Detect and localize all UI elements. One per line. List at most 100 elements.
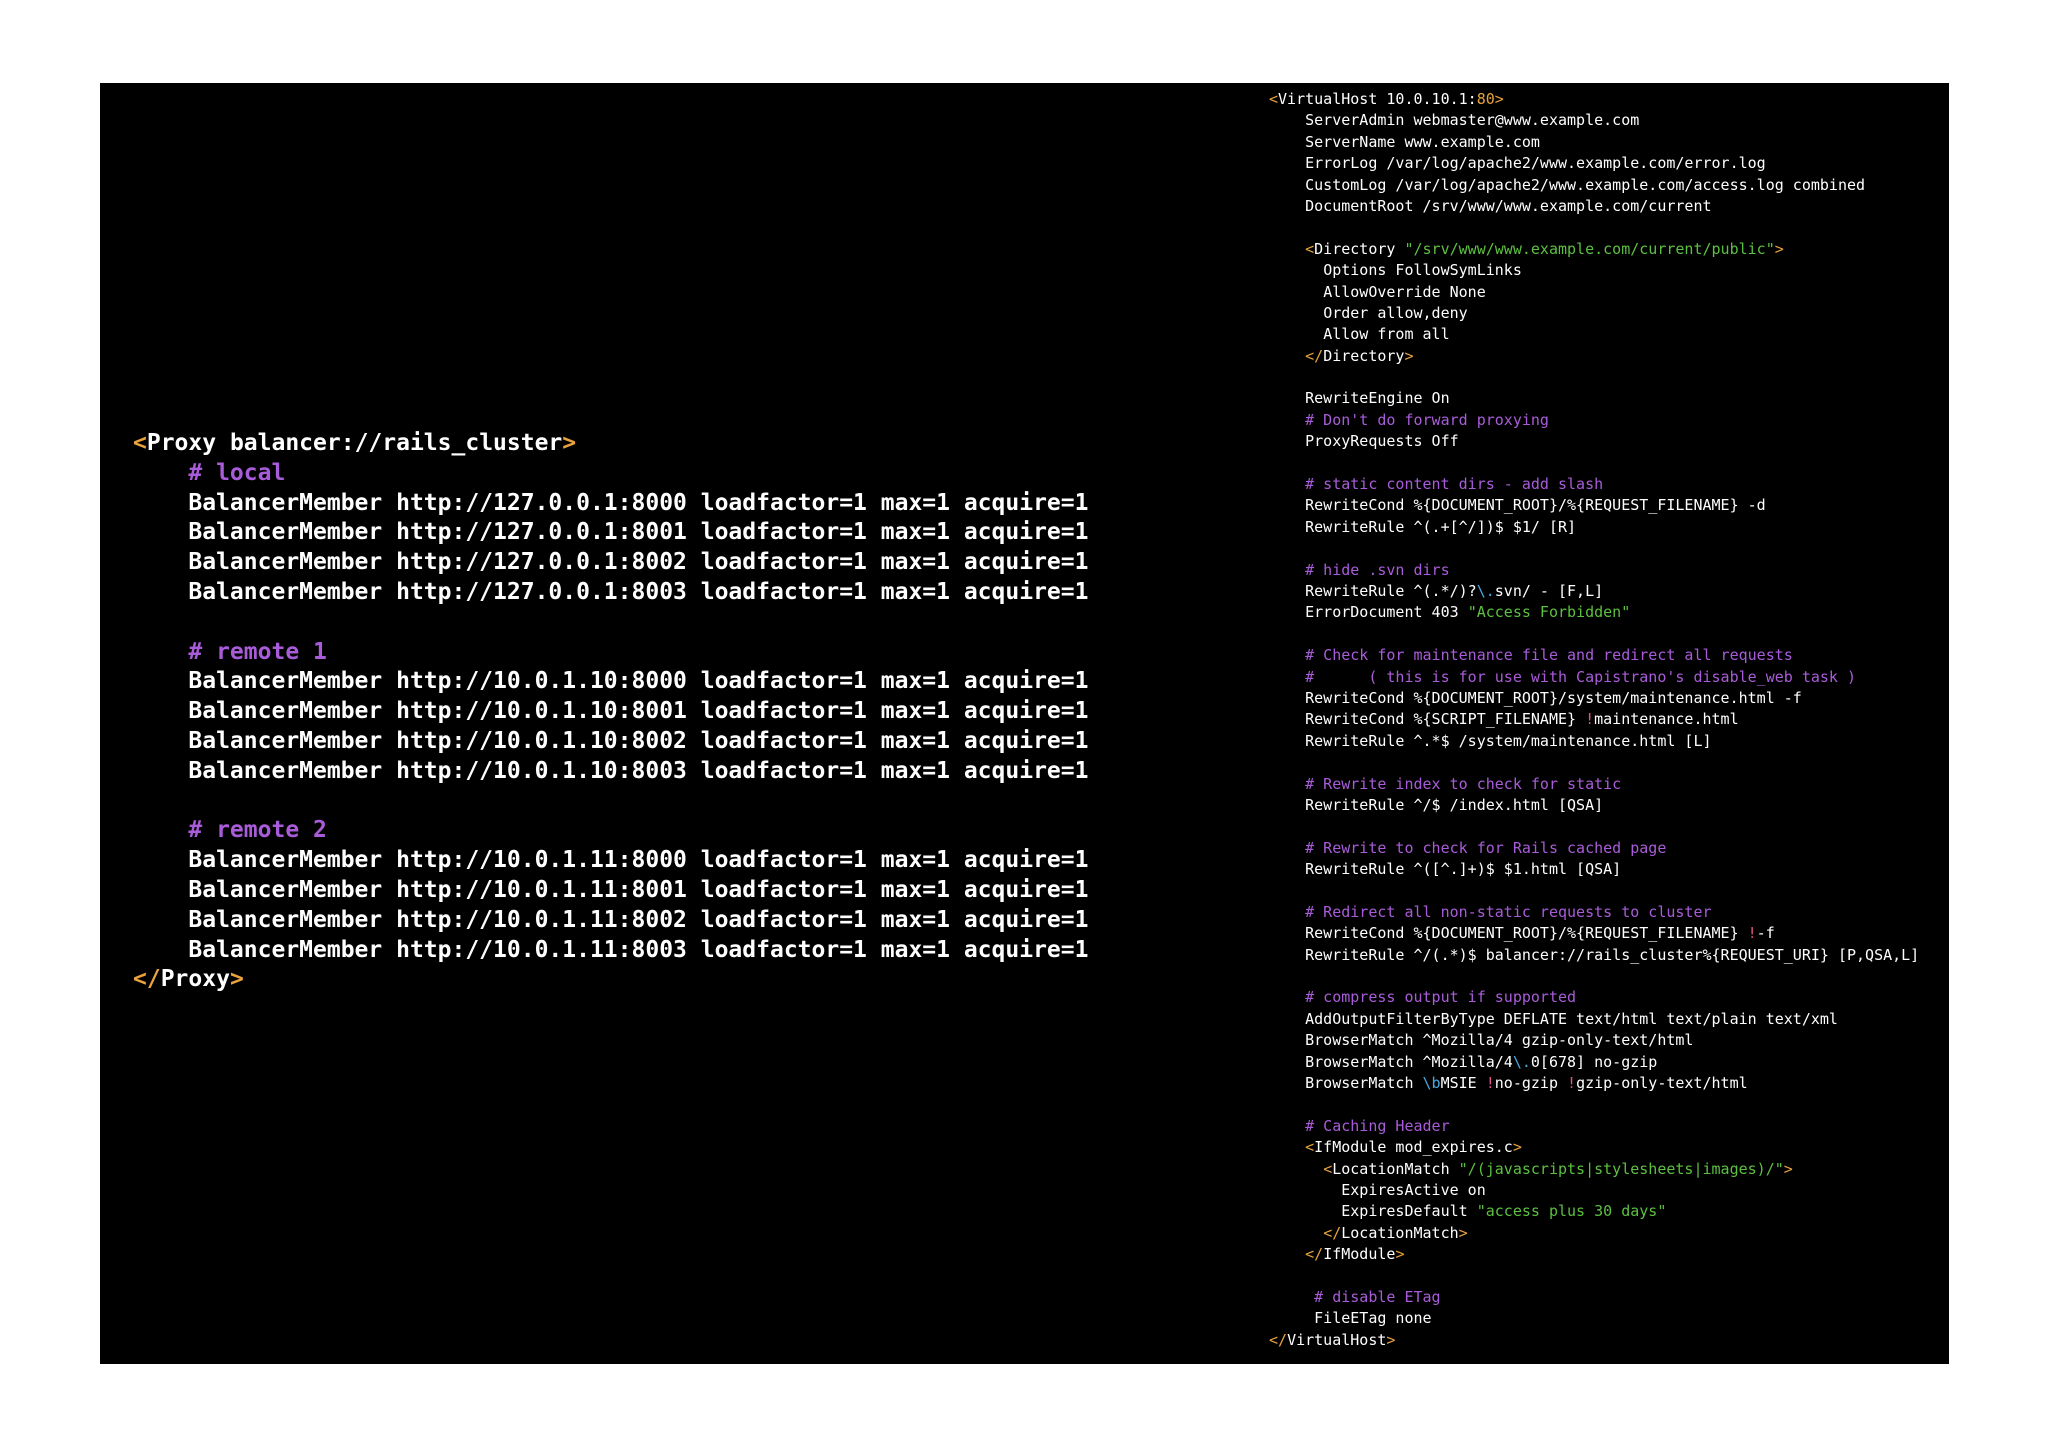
code-text: BalancerMember http://10.0.1.10:8003 loa…: [188, 757, 1089, 784]
code-line: Order allow,deny: [1269, 303, 1919, 324]
code-text: CustomLog /var/log/apache2/www.example.c…: [1305, 175, 1866, 194]
code-text: -f: [1756, 924, 1775, 943]
code-text: AllowOverride None: [1323, 282, 1486, 301]
code-bracket: <: [1323, 1159, 1333, 1178]
code-text: ServerName www.example.com: [1305, 132, 1540, 151]
code-bracket: >: [1458, 1223, 1468, 1242]
code-bracket: >: [1404, 346, 1414, 365]
code-text: Allow from all: [1323, 325, 1450, 344]
code-line: </IfModule>: [1269, 1244, 1919, 1265]
code-line: BalancerMember http://10.0.1.11:8003 loa…: [133, 936, 1088, 966]
code-line: DocumentRoot /srv/www/www.example.com/cu…: [1269, 196, 1919, 217]
code-port: 80: [1476, 90, 1495, 108]
code-line: BalancerMember http://10.0.1.11:8000 loa…: [133, 846, 1088, 876]
code-text: Directory: [1323, 346, 1405, 365]
code-line: BalancerMember http://127.0.0.1:8001 loa…: [133, 518, 1088, 548]
code-comment: # compress output if supported: [1305, 988, 1577, 1007]
code-line: <VirtualHost 10.0.10.1:80>: [1269, 89, 1919, 110]
code-text: ExpiresActive on: [1341, 1180, 1486, 1199]
code-text: LocationMatch: [1332, 1159, 1459, 1178]
code-line: # Check for maintenance file and redirec…: [1269, 645, 1919, 666]
code-string: "/(javascripts|stylesheets|images)/": [1458, 1159, 1784, 1178]
code-line: ServerAdmin webmaster@www.example.com: [1269, 110, 1919, 131]
code-line: ExpiresDefault "access plus 30 days": [1269, 1201, 1919, 1222]
code-line: ServerName www.example.com: [1269, 132, 1919, 153]
code-line: RewriteEngine On: [1269, 388, 1919, 409]
code-line: # hide .svn dirs: [1269, 560, 1919, 581]
code-text: BalancerMember http://127.0.0.1:8001 loa…: [188, 519, 1089, 546]
code-negation: !: [1485, 1073, 1495, 1092]
code-text: RewriteRule ^([^.]+)$ $1.html [QSA]: [1305, 860, 1622, 879]
code-line: </VirtualHost>: [1269, 1330, 1919, 1351]
code-line: RewriteRule ^/$ /index.html [QSA]: [1269, 795, 1919, 816]
code-text: BalancerMember http://127.0.0.1:8000 loa…: [188, 489, 1089, 516]
code-line: ExpiresActive on: [1269, 1180, 1919, 1201]
code-text: BrowserMatch: [1305, 1073, 1423, 1092]
code-comment: # ( this is for use with Capistrano's di…: [1305, 667, 1857, 686]
code-line: <Directory "/srv/www/www.example.com/cur…: [1269, 239, 1919, 260]
code-line: RewriteRule ^(.*/)?\.svn/ - [F,L]: [1269, 581, 1919, 602]
code-line: RewriteRule ^/(.*)$ balancer://rails_clu…: [1269, 945, 1919, 966]
code-bracket: </: [1323, 1223, 1342, 1242]
code-text: ExpiresDefault: [1341, 1202, 1477, 1221]
code-bracket: >: [1395, 1245, 1405, 1264]
code-comment: # static content dirs - add slash: [1305, 475, 1604, 494]
code-line: # Rewrite index to check for static: [1269, 774, 1919, 795]
code-line: # remote 2: [133, 816, 1088, 846]
code-text: RewriteRule ^(.+[^/])$ $1/ [R]: [1305, 517, 1577, 536]
code-line: <Proxy balancer://rails_cluster>: [133, 429, 1088, 459]
code-bracket: </: [133, 966, 161, 993]
code-text: IfModule mod_expires.c: [1314, 1138, 1513, 1157]
code-text: VirtualHost 10.0.10.1:: [1278, 90, 1477, 108]
code-text: BalancerMember http://10.0.1.11:8000 loa…: [188, 847, 1089, 874]
code-text: BalancerMember http://10.0.1.11:8003 loa…: [188, 936, 1089, 963]
code-bracket: <: [133, 430, 147, 456]
code-line: # compress output if supported: [1269, 987, 1919, 1008]
code-text: DocumentRoot /srv/www/www.example.com/cu…: [1305, 196, 1712, 215]
code-comment: # remote 2: [188, 817, 327, 844]
code-text: BalancerMember http://10.0.1.10:8001 loa…: [188, 698, 1089, 725]
code-line: AddOutputFilterByType DEFLATE text/html …: [1269, 1009, 1919, 1030]
code-line: ErrorDocument 403 "Access Forbidden": [1269, 602, 1919, 623]
code-text: MSIE: [1440, 1073, 1486, 1092]
code-text: BalancerMember http://127.0.0.1:8002 loa…: [188, 549, 1089, 576]
code-bracket: >: [1783, 1159, 1793, 1178]
code-line: # static content dirs - add slash: [1269, 474, 1919, 495]
code-line: BalancerMember http://10.0.1.10:8003 loa…: [133, 757, 1088, 787]
proxy-balancer-config: <Proxy balancer://rails_cluster> # local…: [133, 429, 1088, 995]
code-line: </Proxy>: [133, 965, 1088, 995]
code-text: LocationMatch: [1341, 1223, 1459, 1242]
code-text: BalancerMember http://10.0.1.11:8002 loa…: [188, 906, 1089, 933]
code-text: no-gzip: [1494, 1073, 1568, 1092]
